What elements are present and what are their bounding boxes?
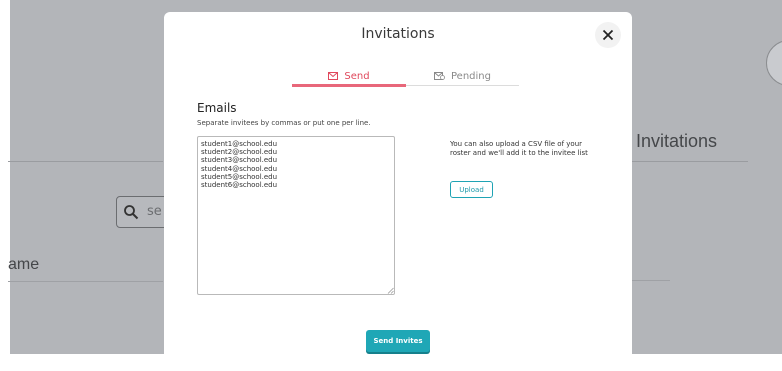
envelope-clock-icon <box>434 72 445 80</box>
tab-pending[interactable]: Pending <box>406 65 519 87</box>
divider <box>8 281 163 282</box>
emails-heading: Emails <box>197 101 237 115</box>
background-column-header: ame <box>8 256 40 273</box>
resize-grip-icon[interactable] <box>386 286 394 294</box>
invitation-tabs: Send Pending <box>292 65 519 87</box>
page-edge <box>0 0 10 371</box>
background-page-heading: Invitations <box>636 131 718 151</box>
tab-pending-label: Pending <box>451 70 491 82</box>
close-icon <box>602 29 614 41</box>
emails-textarea[interactable] <box>197 136 395 295</box>
search-icon <box>124 205 139 220</box>
divider <box>632 280 670 281</box>
send-invites-button[interactable]: Send Invites <box>366 330 430 352</box>
csv-upload-description: You can also upload a CSV file of your r… <box>450 140 588 157</box>
modal-title: Invitations <box>361 26 435 42</box>
divider <box>632 161 748 162</box>
tab-send-label: Send <box>344 70 370 82</box>
search-placeholder: se <box>147 204 162 219</box>
close-button[interactable] <box>595 22 621 48</box>
active-tab-indicator <box>292 84 406 87</box>
emails-hint: Separate invitees by commas or put one p… <box>197 119 371 127</box>
invitations-modal: Invitations Send Pending Emails Separate… <box>164 12 632 371</box>
upload-button[interactable]: Upload <box>450 181 493 198</box>
divider <box>8 161 163 162</box>
envelope-icon <box>328 72 339 80</box>
